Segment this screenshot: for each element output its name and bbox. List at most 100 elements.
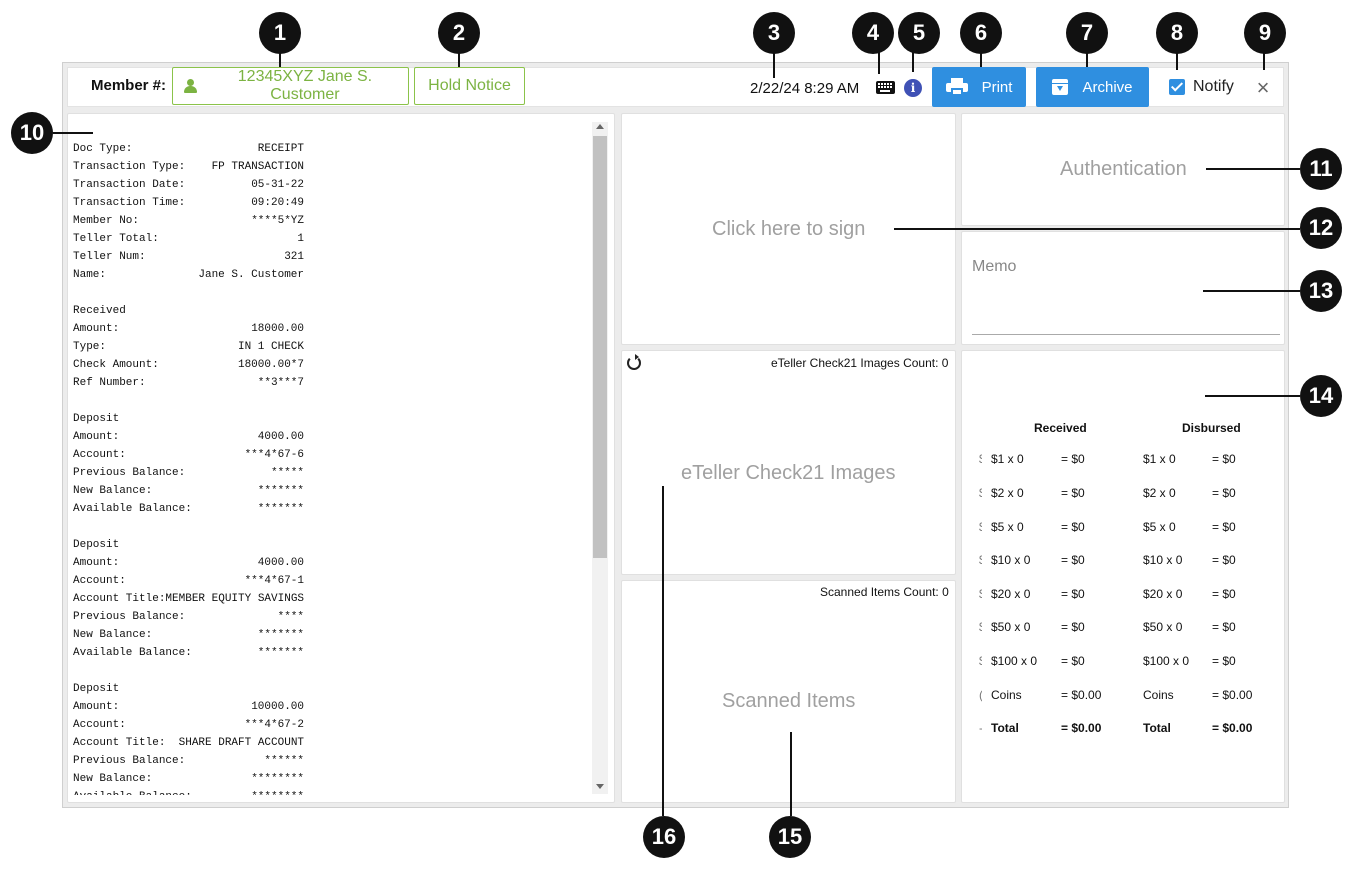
receipt-line-value: ***** — [270, 467, 304, 479]
keyboard-icon[interactable] — [876, 81, 895, 94]
cash-row-edge: $ — [979, 654, 982, 668]
receipt-line-label: Available Balance: — [73, 788, 192, 795]
receipt-line: New Balance: ******* — [73, 626, 304, 644]
receipt-line-value: ******* — [257, 485, 304, 497]
received-denomination: $1 x 0 — [991, 452, 1024, 466]
receipt-line-value: ***4*67-1 — [244, 575, 304, 587]
receipt-line: Teller Num: 321 — [73, 248, 304, 266]
receipt-line-value: 18000.00 — [251, 323, 304, 335]
cash-row-edge: $ — [979, 486, 982, 500]
print-label: Print — [981, 78, 1013, 96]
disbursed-amount: = $0 — [1212, 520, 1236, 534]
disbursed-amount: = $0 — [1212, 452, 1236, 466]
disbursed-denomination: $5 x 0 — [1143, 520, 1176, 534]
receipt-line-label: Account Title: SHARE DRAFT ACCOUNT — [73, 737, 305, 749]
receipt-line: Amount: 4000.00 — [73, 428, 304, 446]
callout-badge: 9 — [1244, 12, 1286, 54]
disbursed-denomination: $2 x 0 — [1143, 486, 1176, 500]
memo-input[interactable] — [972, 334, 1280, 335]
receipt-line: Account: ***4*67-2 — [73, 716, 304, 734]
received-denomination: Total — [991, 721, 1019, 735]
disbursed-denomination: Coins — [1143, 688, 1174, 702]
received-amount: = $0 — [1061, 654, 1085, 668]
receipt-line: Amount: 18000.00 — [73, 320, 304, 338]
receipt-line-label: Amount: — [73, 557, 120, 569]
close-icon[interactable]: × — [1254, 77, 1272, 99]
receipt-line: Previous Balance: ***** — [73, 464, 304, 482]
signature-placeholder[interactable]: Click here to sign — [712, 218, 865, 241]
receipt-line-value: ******** — [251, 773, 304, 785]
callout-leader-line — [279, 52, 281, 67]
receipt-line-value: **** — [277, 611, 304, 623]
memo-label: Memo — [972, 258, 1017, 275]
receipt-line: Received — [73, 302, 304, 320]
receipt-line-value: ****** — [264, 755, 304, 767]
disbursed-amount: = $0 — [1212, 486, 1236, 500]
receipt-line: Account: ***4*67-1 — [73, 572, 304, 590]
callout-badge: 7 — [1066, 12, 1108, 54]
receipt-line-value: 05-31-22 — [251, 179, 304, 191]
receipt-line-value: 321 — [284, 251, 304, 263]
scroll-up-icon[interactable] — [596, 124, 604, 129]
receipt-line — [73, 518, 304, 536]
receipt-line: Amount: 10000.00 — [73, 698, 304, 716]
received-header: Received — [1034, 421, 1087, 435]
callout-badge: 12 — [1300, 207, 1342, 249]
receipt-line — [73, 662, 304, 680]
receipt-line: Ref Number: **3***7 — [73, 374, 304, 392]
person-icon — [184, 79, 197, 93]
receipt-line-value: ******** — [251, 788, 304, 795]
receipt-line: Account Title:MEMBER EQUITY SAVINGS — [73, 590, 304, 608]
receipt-line: Account Title: SHARE DRAFT ACCOUNT — [73, 734, 304, 752]
receipt-line-value: 10000.00 — [251, 701, 304, 713]
notify-label[interactable]: Notify — [1193, 78, 1234, 96]
receipt-line-label: Transaction Type: — [73, 161, 186, 173]
callout-leader-line — [1206, 168, 1300, 170]
printer-icon — [945, 78, 968, 96]
receipt-line: Available Balance: ******* — [73, 500, 304, 518]
member-button[interactable]: 12345XYZ Jane S. Customer — [172, 67, 409, 105]
receipt-line-label: Previous Balance: — [73, 467, 186, 479]
receipt-line: Check Amount: 18000.00*7 — [73, 356, 304, 374]
callout-leader-line — [1176, 52, 1178, 70]
scroll-down-icon[interactable] — [596, 784, 604, 789]
disbursed-denomination: $50 x 0 — [1143, 620, 1183, 634]
received-amount: = $0 — [1061, 553, 1085, 567]
cash-row-edge: $ — [979, 620, 982, 634]
cash-breakdown-panel — [961, 350, 1285, 803]
hold-notice-button[interactable]: Hold Notice — [414, 67, 525, 105]
member-value: 12345XYZ Jane S. Customer — [237, 68, 373, 103]
callout-leader-line — [980, 52, 982, 67]
archive-button[interactable]: Archive — [1036, 67, 1149, 107]
receipt-line-label: Previous Balance: — [73, 755, 186, 767]
disbursed-amount: = $0 — [1212, 587, 1236, 601]
receipt-line-label: Type: — [73, 341, 107, 353]
receipt-line: Member No: ****5*YZ — [73, 212, 304, 230]
scrollbar-thumb[interactable] — [593, 136, 607, 558]
callout-badge: 4 — [852, 12, 894, 54]
callout-badge: 10 — [11, 112, 53, 154]
receipt-line — [73, 284, 304, 302]
receipt-line: Available Balance: ******* — [73, 644, 304, 662]
notify-checkbox[interactable] — [1169, 79, 1185, 95]
receipt-line-value: 1 — [297, 233, 304, 245]
receipt-line-value: ******* — [257, 629, 304, 641]
callout-badge: 8 — [1156, 12, 1198, 54]
receipt-line: Previous Balance: ****** — [73, 752, 304, 770]
cash-row-edge: ( — [979, 688, 982, 702]
receipt-line-label: Ref Number: — [73, 377, 146, 389]
disbursed-header: Disbursed — [1182, 421, 1241, 435]
callout-leader-line — [53, 132, 93, 134]
receipt-line-label: Teller Num: — [73, 251, 146, 263]
receipt-line-label: Account: — [73, 575, 126, 587]
info-icon[interactable]: i — [904, 79, 922, 97]
receipt-line-value: ***4*67-2 — [244, 719, 304, 731]
callout-leader-line — [662, 486, 664, 816]
print-button[interactable]: Print — [932, 67, 1026, 107]
callout-badge: 6 — [960, 12, 1002, 54]
receipt-line-value: FP TRANSACTION — [211, 161, 304, 173]
receipt-line-value: RECEIPT — [257, 143, 304, 155]
refresh-icon[interactable] — [627, 354, 641, 370]
receipt-line-label: Amount: — [73, 701, 120, 713]
receipt-line-label: Amount: — [73, 431, 120, 443]
